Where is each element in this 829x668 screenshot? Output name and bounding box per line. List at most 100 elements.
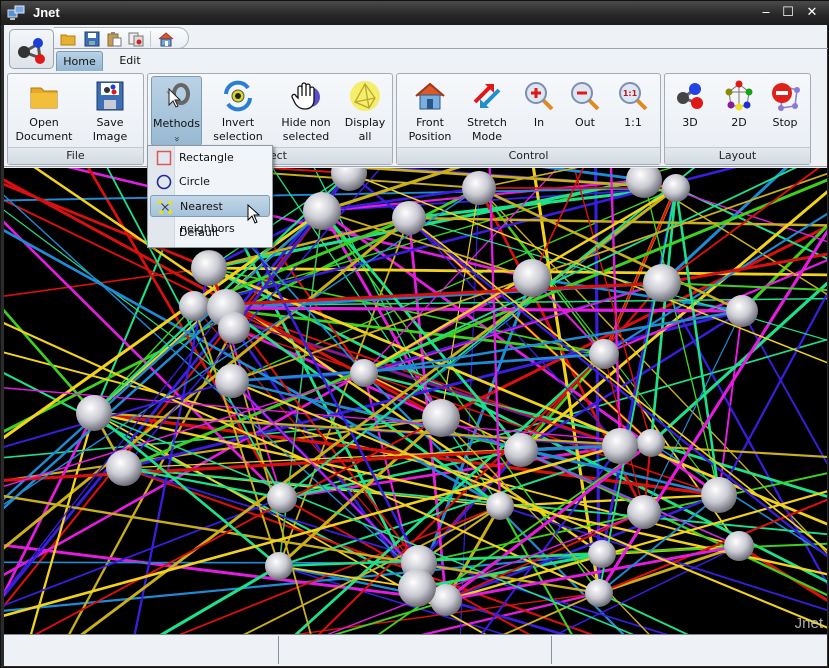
- zoom-out-label: Out: [575, 116, 595, 129]
- network-node[interactable]: [513, 259, 551, 297]
- layout-3d-button[interactable]: 3D: [668, 76, 712, 146]
- network-node[interactable]: [76, 395, 112, 431]
- stop-icon: [772, 83, 800, 111]
- molecule-3d-icon: [677, 83, 703, 109]
- network-node[interactable]: [218, 312, 250, 344]
- paste-clipboard-icon[interactable]: [106, 31, 122, 47]
- hide-non-selected-button[interactable]: Hide non selected: [274, 76, 338, 146]
- network-node[interactable]: [627, 495, 661, 529]
- menu-item-default[interactable]: Default: [150, 222, 270, 244]
- network-node[interactable]: [462, 171, 496, 205]
- front-position-button[interactable]: Front Position: [401, 76, 459, 146]
- network-node[interactable]: [724, 531, 754, 561]
- open-document-label-2: Document: [15, 130, 73, 143]
- network-node[interactable]: [392, 201, 426, 235]
- ribbon-group-layout: 3D 2D Stop Layout: [664, 73, 811, 165]
- tab-edit[interactable]: Edit: [112, 51, 148, 71]
- quick-access-toolbar: [54, 27, 189, 49]
- network-node[interactable]: [643, 264, 681, 302]
- hand-icon: [291, 82, 320, 110]
- svg-text:1:1: 1:1: [623, 89, 638, 98]
- network-node[interactable]: [303, 192, 341, 230]
- open-folder-icon[interactable]: [60, 31, 76, 47]
- network-node[interactable]: [637, 429, 665, 457]
- layout-3d-label: 3D: [682, 116, 698, 129]
- network-node[interactable]: [350, 359, 378, 387]
- network-graph[interactable]: [4, 168, 827, 634]
- network-node[interactable]: [662, 174, 690, 202]
- layout-2d-button[interactable]: 2D: [717, 76, 761, 146]
- graph-2d-icon: [725, 80, 753, 111]
- status-cell-2: [279, 636, 552, 664]
- app-window: Jnet ‒ ☐ ✕ Home Edit Open Document Save …: [0, 0, 829, 668]
- window-title: Jnet: [33, 5, 60, 20]
- application-menu-button[interactable]: [9, 29, 54, 69]
- stretch-mode-button[interactable]: Stretch Mode: [461, 76, 513, 146]
- network-node[interactable]: [265, 552, 293, 580]
- group-label-layout: Layout: [665, 147, 810, 164]
- house-icon: [415, 82, 445, 110]
- zoom-in-button[interactable]: In: [517, 76, 561, 146]
- invert-selection-button[interactable]: Invert selection: [208, 76, 268, 146]
- open-document-button[interactable]: Open Document: [12, 76, 76, 146]
- layout-2d-label: 2D: [731, 116, 747, 129]
- network-node[interactable]: [106, 450, 142, 486]
- nearest-neighbors-icon: [158, 200, 172, 214]
- network-node[interactable]: [589, 339, 619, 369]
- network-node[interactable]: [602, 428, 638, 464]
- zoom-out-icon: [571, 82, 600, 111]
- invert-selection-label-2: selection: [213, 130, 263, 143]
- home-icon[interactable]: [158, 31, 174, 47]
- network-node[interactable]: [179, 291, 209, 321]
- layout-stop-button[interactable]: Stop: [763, 76, 807, 146]
- network-node[interactable]: [398, 569, 436, 607]
- ribbon-group-control: Front Position Stretch Mode In Out 1:1 1…: [396, 73, 661, 165]
- group-label-control: Control: [397, 147, 660, 164]
- status-cell-1: [4, 636, 279, 664]
- mouse-cursor-icon: [247, 204, 261, 224]
- network-node[interactable]: [215, 364, 249, 398]
- ribbon-group-file: Open Document Save Image File: [7, 73, 144, 165]
- display-all-label-2: all: [358, 130, 372, 143]
- network-node[interactable]: [701, 477, 737, 513]
- zoom-out-button[interactable]: Out: [563, 76, 607, 146]
- save-image-icon: [96, 81, 124, 111]
- menu-item-circle[interactable]: Circle: [150, 171, 270, 193]
- network-edge: [741, 310, 827, 466]
- network-view-canvas[interactable]: Jnet: [4, 168, 827, 634]
- open-document-label-1: Open: [29, 116, 59, 129]
- maximize-button[interactable]: ☐: [780, 5, 796, 21]
- methods-label: Methods: [153, 117, 200, 130]
- network-node[interactable]: [588, 540, 616, 568]
- network-node[interactable]: [726, 295, 758, 327]
- network-node[interactable]: [422, 399, 460, 437]
- save-image-label-1: Save: [96, 116, 124, 129]
- tab-strip-border: [56, 48, 828, 49]
- methods-dropdown-menu: Rectangle Circle Nearest neighbors Defau…: [147, 145, 273, 248]
- methods-button[interactable]: Methods »: [151, 76, 202, 146]
- zoom-actual-button[interactable]: 1:1 1:1: [611, 76, 655, 146]
- save-disk-icon[interactable]: [84, 31, 100, 47]
- ribbon: Open Document Save Image File Methods » …: [4, 71, 827, 167]
- tab-home[interactable]: Home: [56, 51, 103, 71]
- display-all-button[interactable]: Display all: [340, 76, 390, 146]
- menu-item-default-label: Default: [179, 226, 220, 239]
- network-node[interactable]: [504, 433, 538, 467]
- network-node[interactable]: [191, 250, 227, 286]
- copy-image-icon[interactable]: [128, 31, 144, 47]
- hide-non-selected-label-1: Hide non: [281, 116, 331, 129]
- close-button[interactable]: ✕: [804, 5, 820, 21]
- save-image-label-2: Image: [92, 130, 128, 143]
- invert-selection-label-1: Invert: [221, 116, 255, 129]
- circle-icon: [156, 174, 172, 190]
- network-edge: [4, 267, 210, 297]
- minimize-button[interactable]: ‒: [758, 5, 774, 21]
- network-node[interactable]: [267, 483, 297, 513]
- network-node[interactable]: [585, 579, 613, 607]
- network-node[interactable]: [486, 492, 514, 520]
- save-image-button[interactable]: Save Image: [80, 76, 140, 146]
- folder-icon: [30, 87, 58, 109]
- group-label-file: File: [8, 147, 143, 164]
- menu-item-rectangle[interactable]: Rectangle: [150, 147, 270, 169]
- title-bar[interactable]: Jnet ‒ ☐ ✕: [1, 1, 829, 25]
